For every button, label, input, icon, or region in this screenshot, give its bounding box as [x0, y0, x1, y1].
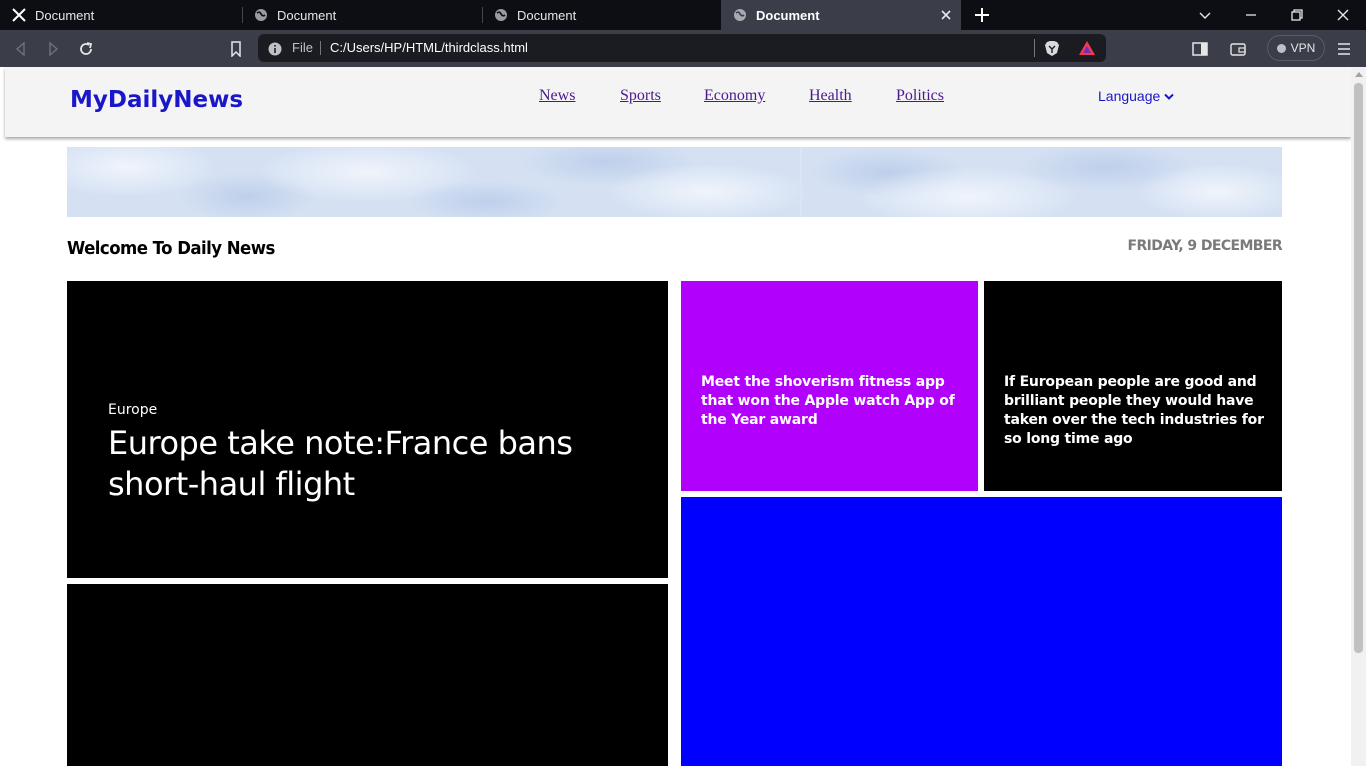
- sidebar-icon[interactable]: [1191, 40, 1209, 58]
- url-text[interactable]: C:/Users/HP/HTML/thirdclass.html: [330, 40, 528, 55]
- featured-article-card[interactable]: Europe Europe take note:France bans shor…: [67, 281, 668, 578]
- browser-tab[interactable]: Document: [482, 0, 721, 30]
- bookmark-icon[interactable]: [227, 40, 245, 58]
- new-tab-icon[interactable]: [973, 6, 991, 24]
- vpn-label: VPN: [1290, 41, 1316, 55]
- back-icon[interactable]: [12, 40, 30, 58]
- article-card-blue[interactable]: [681, 497, 1282, 766]
- chevron-down-icon: [1164, 88, 1175, 104]
- nav-link-politics[interactable]: Politics: [896, 87, 944, 105]
- nav-link-news[interactable]: News: [539, 87, 575, 105]
- browser-toolbar: File C:/Users/HP/HTML/thirdclass.html VP…: [0, 30, 1366, 67]
- menu-icon[interactable]: [1335, 40, 1353, 58]
- site-header: MyDailyNews News Sports Economy Health P…: [5, 67, 1351, 137]
- globe-icon: [733, 8, 747, 22]
- nav-link-sports[interactable]: Sports: [620, 87, 661, 105]
- vertical-scrollbar[interactable]: [1351, 67, 1366, 766]
- chevron-down-icon[interactable]: [1197, 7, 1213, 23]
- browser-tab-active[interactable]: Document: [721, 0, 961, 30]
- minimize-icon[interactable]: [1243, 7, 1259, 23]
- url-divider: [1034, 39, 1035, 57]
- reload-icon[interactable]: [77, 40, 95, 58]
- vpn-status-icon: [1276, 43, 1286, 53]
- section-heading: Welcome To Daily News: [67, 238, 275, 259]
- tab-title: Document: [35, 7, 95, 23]
- banner-image: [67, 147, 1282, 217]
- restore-icon[interactable]: [1289, 7, 1305, 23]
- article-card[interactable]: Meet the shoverism fitness app that won …: [681, 281, 978, 491]
- article-headline[interactable]: If European people are good and brillian…: [1004, 373, 1266, 449]
- brave-shield-icon[interactable]: [1044, 40, 1060, 61]
- close-window-icon[interactable]: [1335, 7, 1351, 23]
- article-headline[interactable]: Meet the shoverism fitness app that won …: [701, 373, 963, 430]
- site-logo[interactable]: MyDailyNews: [70, 87, 243, 113]
- globe-icon: [254, 8, 268, 22]
- nav-link-economy[interactable]: Economy: [704, 87, 765, 105]
- close-tab-icon[interactable]: [939, 8, 953, 22]
- article-card-bottom[interactable]: [67, 584, 668, 766]
- brave-rewards-icon[interactable]: [1078, 40, 1096, 60]
- info-icon[interactable]: [268, 41, 282, 56]
- x-logo-icon: [12, 8, 26, 22]
- browser-tab-bar: Document Document Document Document: [0, 0, 1366, 30]
- tab-title: Document: [277, 7, 337, 23]
- browser-tab[interactable]: Document: [242, 0, 482, 30]
- tab-title: Document: [756, 7, 820, 23]
- page-viewport: MyDailyNews News Sports Economy Health P…: [0, 67, 1351, 766]
- article-headline[interactable]: Europe take note:France bans short-haul …: [108, 423, 628, 505]
- globe-icon: [494, 8, 508, 22]
- address-bar[interactable]: File C:/Users/HP/HTML/thirdclass.html: [258, 34, 1106, 62]
- scroll-up-icon[interactable]: [1355, 72, 1363, 77]
- tab-title: Document: [517, 7, 577, 23]
- language-label: Language: [1098, 88, 1161, 104]
- scrollbar-thumb[interactable]: [1354, 83, 1363, 653]
- banner-texture: [67, 147, 1282, 217]
- wallet-icon[interactable]: [1229, 40, 1247, 58]
- url-scheme-label: File: [292, 40, 313, 55]
- article-category: Europe: [108, 402, 158, 418]
- browser-tab[interactable]: Document: [0, 0, 242, 30]
- language-dropdown[interactable]: Language: [1098, 88, 1175, 104]
- current-date: FRIDAY, 9 DECEMBER: [1127, 238, 1283, 254]
- forward-icon[interactable]: [44, 40, 62, 58]
- nav-link-health[interactable]: Health: [809, 87, 852, 105]
- vpn-button[interactable]: VPN: [1267, 35, 1325, 61]
- article-card[interactable]: If European people are good and brillian…: [984, 281, 1282, 491]
- url-divider: [320, 41, 321, 55]
